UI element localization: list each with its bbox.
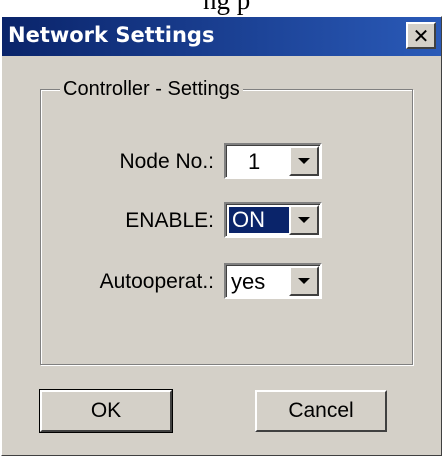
close-icon: ✕ [412, 23, 430, 48]
enable-label: ENABLE: [125, 209, 214, 232]
title-bar[interactable]: Network Settings ✕ [2, 17, 441, 56]
ok-button[interactable]: OK [39, 389, 173, 433]
node-no-value: 1 [248, 149, 261, 174]
chevron-down-icon [298, 217, 310, 223]
autooperat-value: yes [231, 269, 266, 294]
network-settings-dialog: Network Settings ✕ Controller - Settings… [1, 16, 442, 456]
node-no-select[interactable]: 1 [224, 143, 322, 179]
cancel-button[interactable]: Cancel [255, 390, 387, 432]
chevron-down-icon [298, 278, 310, 284]
autooperat-select[interactable]: yes [224, 263, 322, 299]
autooperat-label: Autooperat.: [99, 270, 214, 293]
dialog-title: Network Settings [8, 23, 215, 47]
enable-select[interactable]: ON [224, 202, 322, 238]
node-no-dropdown-button[interactable] [289, 146, 319, 176]
group-label: Controller - Settings [60, 78, 243, 101]
cropped-header-text: ng p [203, 0, 251, 15]
enable-dropdown-button[interactable] [289, 205, 319, 235]
background-header-text: ng p [0, 0, 446, 16]
node-no-label: Node No.: [119, 150, 214, 173]
autooperat-dropdown-button[interactable] [289, 266, 319, 296]
enable-value: ON [229, 207, 290, 233]
chevron-down-icon [298, 158, 310, 164]
close-button[interactable]: ✕ [406, 22, 436, 49]
